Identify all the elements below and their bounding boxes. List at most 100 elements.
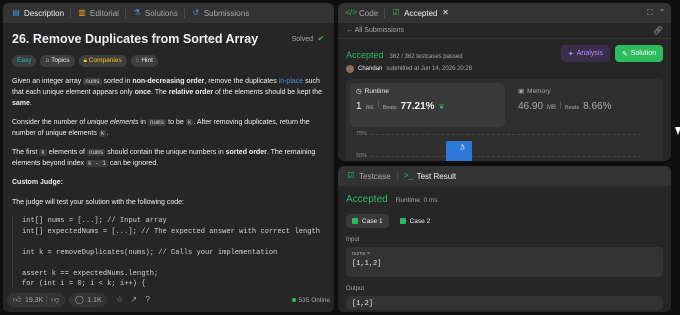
tab-testcase[interactable]: ☑ Testcase [342, 166, 395, 186]
submitter: Chandan submitted at Jun 14, 2026 20:28 [346, 65, 472, 73]
output-value: [1,2] [352, 300, 374, 308]
tab-description[interactable]: ▤ Description [7, 3, 68, 23]
divider [46, 295, 48, 305]
runtime-card[interactable]: ◷ Runtime 1 ms Beats 77.21% ❦ [350, 83, 505, 127]
tab-label: Accepted [404, 8, 438, 18]
bold-text: relative order [168, 89, 214, 96]
right-top-tabbar: </> Code ☑ Accepted ✕ ⛶ ⌃ [338, 3, 671, 23]
tab-label: Test Result [416, 171, 457, 181]
divider [384, 8, 386, 18]
accepted-row: Accepted 362 / 362 testcases passed Chand… [338, 39, 671, 73]
tab-solutions[interactable]: ⚗ Solutions [128, 3, 182, 23]
paragraph-1: Given an integer array nums sorted in no… [12, 76, 326, 109]
input-label: Input [346, 237, 360, 243]
tab-submissions[interactable]: ↺ Submissions [187, 3, 253, 23]
runtime-label: Runtime [364, 87, 389, 95]
link-icon[interactable]: 🔗︎ [653, 26, 663, 36]
variable-value: [1,1,2] [352, 260, 382, 268]
text: The first [12, 149, 40, 156]
online-count: 535 Online [298, 296, 330, 304]
mouse-cursor-icon [675, 127, 680, 135]
result-status-row: Accepted Runtime: 0 ms [346, 194, 663, 205]
inline-code: nums [83, 78, 102, 85]
username[interactable]: Chandan [358, 66, 382, 72]
text: sorted in [101, 78, 133, 85]
variable-name: nums = [352, 251, 371, 257]
custom-judge-heading: Custom Judge: [12, 179, 63, 186]
case-tabs: Case 1 Case 2 [346, 214, 663, 228]
result-status: Accepted [346, 194, 388, 205]
description-icon: ▤ [12, 8, 20, 17]
input-box: nums = [1,1,2] [346, 247, 663, 277]
case-label: Case 2 [409, 217, 431, 225]
output-box: [1,2] [346, 296, 663, 310]
submitted-time: submitted at Jun 14, 2026 20:28 [386, 66, 473, 72]
divider [377, 101, 379, 109]
difficulty-badge: Easy [12, 55, 37, 67]
inline-code: k [39, 149, 47, 156]
chip-icon: ▣ [518, 88, 525, 95]
tab-code[interactable]: </> Code [342, 3, 382, 23]
checkbox-icon: ☑ [347, 171, 355, 180]
star-icon[interactable]: ☆ [115, 295, 125, 305]
thumbs-down-icon[interactable]: 👎︎ [50, 295, 60, 305]
tab-accepted[interactable]: ☑ Accepted ✕ [387, 3, 454, 23]
solution-button[interactable]: ✎ Solution [614, 45, 663, 62]
tab-label: Testcase [359, 171, 391, 181]
online-indicator: 535 Online [291, 296, 330, 304]
text: in [138, 119, 148, 126]
paragraph-3: The first k elements of nums should cont… [12, 147, 326, 169]
text: should contain the unique numbers in [105, 149, 226, 156]
close-icon[interactable]: ✕ [440, 8, 450, 18]
case-2-tab[interactable]: Case 2 [394, 214, 437, 228]
text: Given an integer array [12, 78, 84, 85]
grid-line [371, 134, 641, 135]
like-button[interactable]: 👍︎ 19.3K 👎︎ [7, 293, 66, 307]
title-row: 26. Remove Duplicates from Sorted Array … [12, 31, 326, 47]
companies-tag[interactable]: 🔒︎ Companies [78, 55, 127, 67]
output-label: Output [346, 286, 365, 292]
memory-card[interactable]: ▣ Memory 46.90 MB Beats 8.66% [518, 87, 611, 113]
in-place-link[interactable]: in-place [279, 78, 304, 85]
pass-dot-icon [399, 218, 406, 224]
text: of the elements should be kept the [213, 89, 323, 96]
hint-tag[interactable]: ◌ Hint [130, 55, 158, 67]
topics-tag[interactable]: ⌂ Topics [40, 55, 75, 67]
avatar[interactable] [346, 65, 354, 73]
companies-label: Companies [88, 57, 122, 64]
accepted-status: Accepted [346, 50, 384, 60]
action-buttons: ✦ Analysis ✎ Solution [560, 45, 663, 73]
divider [70, 8, 72, 18]
distribution-bar[interactable] [446, 141, 472, 161]
divider [183, 8, 185, 18]
back-link[interactable]: ← All Submissions [346, 27, 404, 34]
divider [560, 101, 562, 109]
topics-label: Topics [51, 57, 70, 64]
divider [396, 171, 398, 181]
problem-title[interactable]: 26. Remove Duplicates from Sorted Array [12, 31, 258, 47]
like-count: 19.3K [25, 296, 44, 304]
runtime-unit: ms [365, 105, 374, 111]
problem-panel: ▤ Description ▥ Editorial ⚗ Solutions ↺ … [3, 3, 334, 312]
collapse-icon[interactable]: ⌃ [657, 8, 667, 18]
test-panel: ☑ Testcase >_ Test Result Accepted Runti… [338, 166, 671, 312]
tab-label: Description [24, 8, 65, 18]
analysis-button[interactable]: ✦ Analysis [560, 45, 610, 62]
case-1-tab[interactable]: Case 1 [346, 214, 389, 228]
maximize-icon[interactable]: ⛶ [645, 8, 655, 18]
share-icon[interactable]: ↗ [129, 295, 139, 305]
memory-label-row: ▣ Memory [518, 87, 611, 96]
penguin-icon: 🐧︎ [460, 143, 465, 152]
text: can be ignored. [107, 160, 159, 167]
memory-value: 46.90 [518, 101, 544, 112]
comments-button[interactable]: ◯ 1.1K [69, 293, 107, 307]
pass-dot-icon [352, 218, 358, 224]
memory-value-row: 46.90 MB Beats 8.66% [518, 101, 611, 112]
problem-description: 26. Remove Duplicates from Sorted Array … [3, 23, 334, 288]
solved-label: Solved [291, 35, 313, 43]
axis-label-50: 50% [356, 153, 368, 159]
tab-editorial[interactable]: ▥ Editorial [73, 3, 123, 23]
help-icon[interactable]: ? [143, 295, 153, 305]
stats-card: ◷ Runtime 1 ms Beats 77.21% ❦ ▣ Memory 46.… [346, 79, 663, 161]
tab-test-result[interactable]: >_ Test Result [400, 166, 461, 186]
